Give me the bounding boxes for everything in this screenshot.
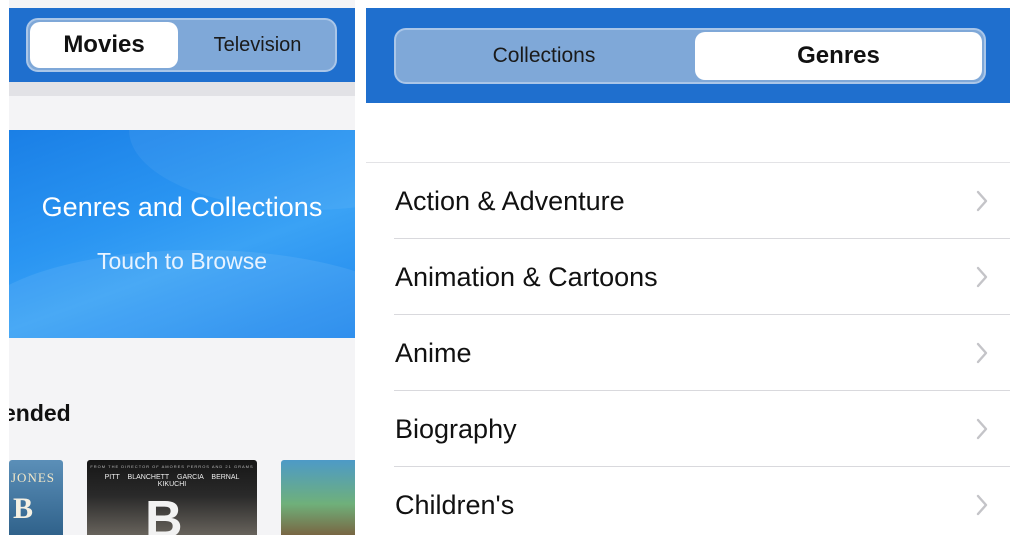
genre-label: Children's <box>395 489 515 520</box>
right-nav-header: Collections Genres <box>366 8 1010 103</box>
browse-segmented-control: Collections Genres <box>394 28 986 84</box>
segment-television[interactable]: Television <box>180 22 335 68</box>
segment-collections[interactable]: Collections <box>398 32 690 80</box>
poster-title-letter: B <box>13 492 34 525</box>
poster-title-text: JONES <box>11 470 56 485</box>
chevron-right-icon <box>976 418 988 440</box>
movie-poster[interactable] <box>281 460 355 535</box>
banner-title: Genres and Collections <box>41 192 323 222</box>
left-screen: Movies Television Genres and Collections… <box>9 0 355 535</box>
poster-cast-names: PITT BLANCHETT GARCIA BERNAL KIKUCHI <box>104 474 240 488</box>
section-title-recommended: ended <box>9 400 71 426</box>
genre-row-childrens[interactable]: Children's <box>366 467 1010 535</box>
header-divider <box>9 82 355 96</box>
genres-collections-banner[interactable]: Genres and Collections Touch to Browse <box>9 130 355 338</box>
genre-row-biography[interactable]: Biography <box>366 391 1010 467</box>
media-type-segmented-control: Movies Television <box>26 18 337 72</box>
chevron-right-icon <box>976 190 988 212</box>
poster-title-letter: B <box>145 491 183 535</box>
movie-poster[interactable]: FROM THE DIRECTOR OF AMORES PERROS AND 2… <box>87 460 257 535</box>
chevron-right-icon <box>976 494 988 516</box>
genre-label: Anime <box>395 337 472 368</box>
banner-subtitle: Touch to Browse <box>96 248 268 274</box>
genre-label: Action & Adventure <box>395 185 625 216</box>
segment-movies[interactable]: Movies <box>30 22 178 68</box>
movie-poster[interactable]: JONES B <box>9 460 63 535</box>
genre-label: Biography <box>395 413 517 444</box>
genre-row-action-adventure[interactable]: Action & Adventure <box>366 163 1010 239</box>
segment-genres[interactable]: Genres <box>695 32 982 80</box>
right-screen: Collections Genres Action & Adventure An… <box>366 0 1010 535</box>
left-nav-header: Movies Television <box>9 8 355 82</box>
genre-row-animation-cartoons[interactable]: Animation & Cartoons <box>366 239 1010 315</box>
genre-row-anime[interactable]: Anime <box>366 315 1010 391</box>
genre-list: Action & Adventure Animation & Cartoons … <box>366 162 1010 535</box>
chevron-right-icon <box>976 342 988 364</box>
poster-credit-line: FROM THE DIRECTOR OF AMORES PERROS AND 2… <box>90 464 254 469</box>
genre-label: Animation & Cartoons <box>395 261 658 292</box>
chevron-right-icon <box>976 266 988 288</box>
